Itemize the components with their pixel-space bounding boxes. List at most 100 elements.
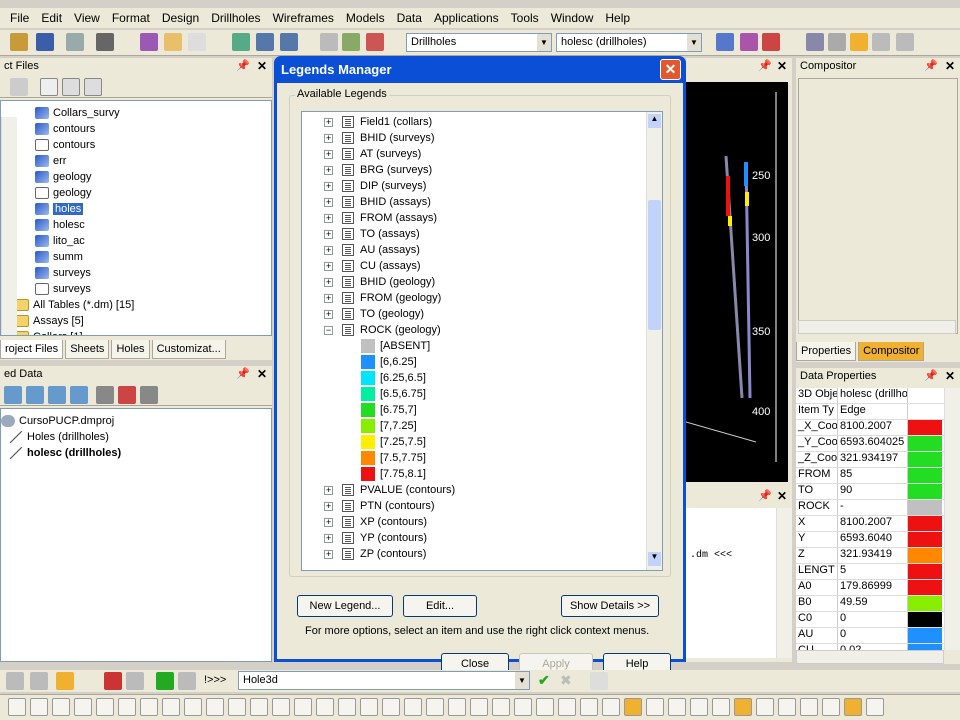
drawing-tool-icon[interactable]	[492, 698, 510, 716]
drawing-tool-icon[interactable]	[250, 698, 268, 716]
tool-icon[interactable]	[70, 386, 88, 404]
tool-icon[interactable]	[178, 672, 196, 690]
expand-icon[interactable]: +	[324, 534, 333, 543]
menu-data[interactable]: Data	[391, 11, 428, 25]
expand-icon[interactable]: +	[324, 134, 333, 143]
tab-1[interactable]: Sheets	[65, 339, 110, 359]
property-row[interactable]: TO 90	[796, 484, 944, 500]
drawing-tool-icon[interactable]	[52, 698, 70, 716]
tab-compositor[interactable]: Compositor	[858, 341, 925, 361]
tree-item[interactable]: surveys	[1, 281, 271, 297]
legend-value-item[interactable]: [6.5,6.75]	[302, 386, 662, 402]
tree-item[interactable]: holes	[1, 201, 271, 217]
scrollbar[interactable]	[944, 388, 960, 650]
layers-icon[interactable]	[140, 33, 158, 51]
legend-item[interactable]: + PTN (contours)	[302, 498, 662, 514]
legend-item[interactable]: + PVALUE (contours)	[302, 482, 662, 498]
table-icon[interactable]	[320, 33, 338, 51]
drawing-tool-icon[interactable]	[140, 698, 158, 716]
scroll-up-icon[interactable]: ▲	[648, 114, 661, 128]
expand-icon[interactable]: +	[324, 118, 333, 127]
drawing-tool-icon[interactable]	[8, 698, 26, 716]
tool3-icon[interactable]	[896, 33, 914, 51]
horizontal-scrollbar[interactable]	[798, 320, 956, 334]
object-combo[interactable]: holesc (drillholes) ▼	[556, 33, 702, 52]
cut-icon[interactable]	[66, 33, 84, 51]
legend-value-item[interactable]: [6.25,6.5]	[302, 370, 662, 386]
tree-item[interactable]: err	[1, 153, 271, 169]
tool-icon[interactable]	[118, 386, 136, 404]
property-row[interactable]: X 8100.2007	[796, 516, 944, 532]
menu-models[interactable]: Models	[340, 11, 391, 25]
tool-icon[interactable]	[56, 672, 74, 690]
object-type-combo[interactable]: Drillholes ▼	[406, 33, 552, 52]
tool-icon[interactable]	[828, 33, 846, 51]
folder-item[interactable]: All Tables (*.dm) [15]	[1, 297, 271, 313]
legend-item[interactable]: + YP (contours)	[302, 530, 662, 546]
drawing-tool-icon[interactable]	[30, 698, 48, 716]
folder-item[interactable]: Assays [5]	[1, 313, 271, 329]
tab-2[interactable]: Holes	[111, 339, 150, 359]
window-icon[interactable]	[256, 33, 274, 51]
property-row[interactable]: ROCK -	[796, 500, 944, 516]
legend-value-item[interactable]: [7.75,8.1]	[302, 466, 662, 482]
close-icon[interactable]: ✕	[945, 59, 955, 73]
tree-item[interactable]: contours	[1, 137, 271, 153]
tool-icon[interactable]	[6, 672, 24, 690]
expand-icon[interactable]: +	[324, 182, 333, 191]
legend-value-item[interactable]: [7,7.25]	[302, 418, 662, 434]
drawing-tool-icon[interactable]	[184, 698, 202, 716]
legend-item[interactable]: + BHID (assays)	[302, 194, 662, 210]
legend-value-item[interactable]: [7.25,7.5]	[302, 434, 662, 450]
scrollbar[interactable]	[1, 117, 17, 335]
menu-edit[interactable]: Edit	[35, 11, 68, 25]
tree-item[interactable]: Collars_survy	[1, 105, 271, 121]
view3d-canvas[interactable]: 250 300 350 400	[686, 82, 788, 482]
property-row[interactable]: Y 6593.6040	[796, 532, 944, 548]
deselect-icon[interactable]	[762, 33, 780, 51]
legend-item[interactable]: + BHID (surveys)	[302, 130, 662, 146]
property-row[interactable]: C0 0	[796, 612, 944, 628]
tree-item[interactable]: geology	[1, 169, 271, 185]
property-row[interactable]: LENGT 5	[796, 564, 944, 580]
property-row[interactable]: Z 321.93419	[796, 548, 944, 564]
edit-icon[interactable]	[342, 33, 360, 51]
snap-icon[interactable]	[806, 33, 824, 51]
legend-item[interactable]: + XP (contours)	[302, 514, 662, 530]
edit-button[interactable]: Edit...	[403, 595, 477, 617]
scroll-down-icon[interactable]: ▼	[648, 552, 661, 566]
drawing-tool-icon[interactable]	[470, 698, 488, 716]
menu-window[interactable]: Window	[545, 11, 600, 25]
drawing-tool-icon[interactable]	[272, 698, 290, 716]
copy-icon[interactable]	[62, 78, 80, 96]
tool-icon[interactable]	[30, 672, 48, 690]
pin-icon[interactable]: 📌	[236, 367, 250, 380]
help-icon[interactable]	[188, 33, 206, 51]
tab-properties[interactable]: Properties	[796, 341, 857, 361]
legend-item[interactable]: + AT (surveys)	[302, 146, 662, 162]
close-icon[interactable]: ✕	[777, 59, 787, 73]
drawing-tool-icon[interactable]	[580, 698, 598, 716]
tree-item[interactable]: summ	[1, 249, 271, 265]
drawing-tool-icon[interactable]	[668, 698, 686, 716]
legend-item[interactable]: + ZP (contours)	[302, 546, 662, 562]
menu-design[interactable]: Design	[156, 11, 205, 25]
select-icon[interactable]	[716, 33, 734, 51]
property-row[interactable]: B0 49.59	[796, 596, 944, 612]
refresh-icon[interactable]	[10, 78, 28, 96]
drawing-tool-icon[interactable]	[602, 698, 620, 716]
legend-value-item[interactable]: [7.5,7.75]	[302, 450, 662, 466]
property-row[interactable]: 3D Obje holesc (drillho	[796, 388, 944, 404]
tool-icon[interactable]	[140, 386, 158, 404]
command-input[interactable]: Hole3d ▼	[238, 671, 530, 690]
legend-item[interactable]: + CU (assays)	[302, 258, 662, 274]
tool-icon[interactable]	[4, 386, 22, 404]
tree-item[interactable]: lito_ac	[1, 233, 271, 249]
window2-icon[interactable]	[280, 33, 298, 51]
expand-icon[interactable]: +	[324, 198, 333, 207]
print-icon[interactable]	[96, 33, 114, 51]
menu-tools[interactable]: Tools	[505, 11, 545, 25]
scroll-thumb[interactable]	[648, 200, 661, 330]
select-points-icon[interactable]	[740, 33, 758, 51]
drawing-tool-icon[interactable]	[448, 698, 466, 716]
